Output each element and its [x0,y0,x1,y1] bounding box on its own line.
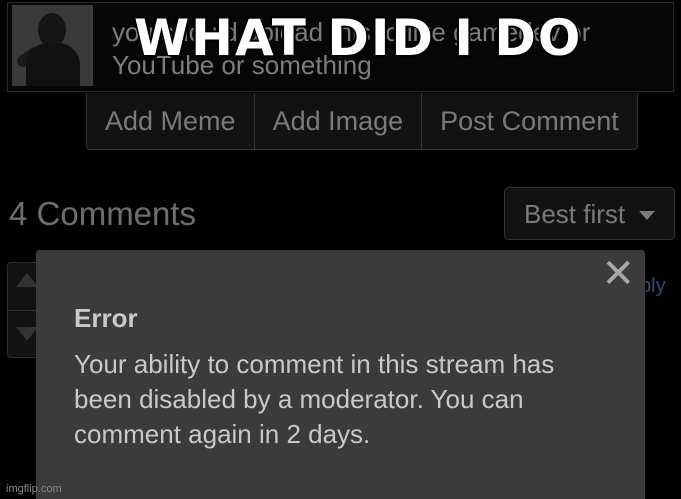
sort-label: Best first [524,199,626,229]
downvote-icon[interactable] [16,327,38,341]
close-icon[interactable]: ✕ [601,254,635,294]
meme-caption: WHAT DID I DO [134,9,583,67]
chevron-down-icon [639,211,655,220]
upvote-icon[interactable] [16,273,38,287]
sort-dropdown[interactable]: Best first [504,187,675,240]
avatar [12,5,93,86]
composer-actions: Add Meme Add Image Post Comment [86,93,638,150]
post-comment-button[interactable]: Post Comment [422,93,637,149]
add-meme-button[interactable]: Add Meme [87,93,255,149]
add-image-button[interactable]: Add Image [255,93,423,149]
watermark: imgflip.com [6,483,62,495]
error-title: Error [74,303,138,333]
error-modal: ✕ Error Your ability to comment in this … [36,250,645,499]
comments-count: 4 Comments [9,195,197,232]
error-message: Your ability to comment in this stream h… [74,349,555,449]
